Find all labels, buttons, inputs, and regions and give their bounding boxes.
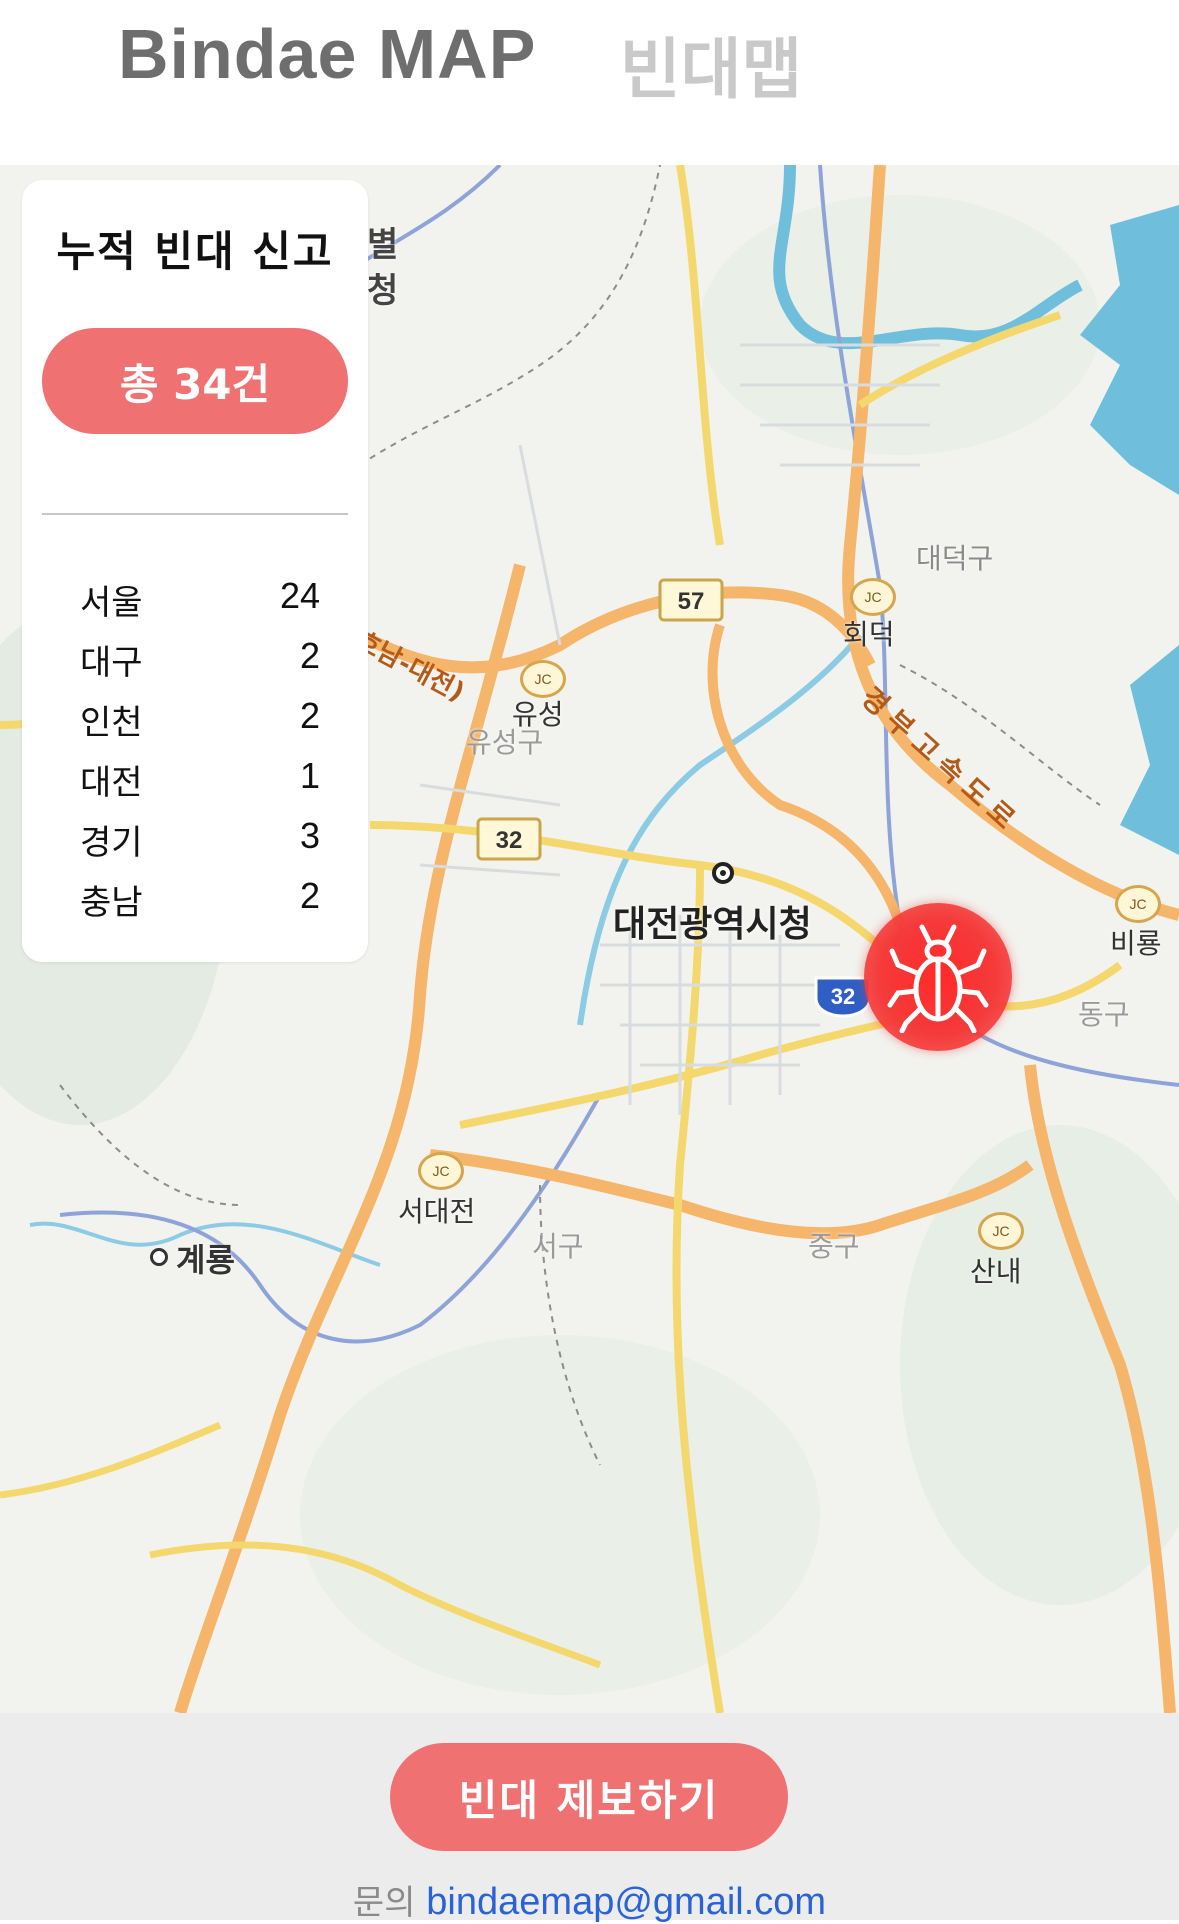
list-item: 충남 2 [80, 875, 320, 935]
map-label-sannae: 산내 [970, 1255, 1022, 1288]
list-item: 경기 3 [80, 815, 320, 875]
region-count: 24 [279, 575, 320, 616]
map-label-dong-gu: 동구 [1078, 998, 1130, 1031]
list-item: 대구 2 [80, 635, 320, 695]
map-label-gyeryong: 계룡 [176, 1241, 235, 1279]
svg-text:32: 32 [831, 984, 855, 1009]
map-label-biryong: 비룡 [1110, 927, 1162, 960]
jc-badge-seodaejeon: JC [418, 1152, 464, 1190]
footer: 빈대 제보하기 문의 bindaemap@gmail.com [0, 1713, 1179, 1923]
map-label-seo-gu: 서구 [532, 1230, 584, 1263]
svg-text:32: 32 [496, 827, 523, 854]
region-count: 2 [299, 875, 320, 916]
map-label-jung-gu: 중구 [808, 1230, 860, 1263]
contact-email-link[interactable]: bindaemap@gmail.com [426, 1881, 826, 1923]
list-item: 서울 24 [80, 575, 320, 635]
region-count: 2 [299, 695, 320, 736]
jc-badge-biryong: JC [1115, 885, 1161, 923]
divider [42, 513, 348, 515]
contact-label: 문의 [352, 1883, 416, 1923]
region-name: 대구 [80, 643, 143, 683]
svg-text:57: 57 [678, 588, 705, 615]
region-name: 대전 [80, 763, 143, 803]
list-item: 대전 1 [80, 755, 320, 815]
total-count-button[interactable]: 총 34건 [42, 328, 348, 434]
bedbug-icon [887, 924, 989, 1033]
list-item: 인천 2 [80, 695, 320, 755]
region-count: 2 [299, 635, 320, 676]
app-header: Bindae MAP 빈대맵 [0, 0, 1179, 165]
jc-badge-hoedeok: JC [850, 578, 896, 616]
map-label-cheong: 청 [367, 271, 399, 311]
panel-title: 누적 빈대 신고 [56, 227, 334, 276]
route-57-shield: 57 [658, 578, 724, 622]
map-label-daedeok: 대덕구 [916, 542, 994, 575]
report-summary-panel: 누적 빈대 신고 총 34건 서울 24 대구 2 인천 2 대전 1 경기 3 충남 2 [22, 180, 368, 962]
map-label-city-hall: 대전광역시청 [613, 904, 812, 945]
map-label-byeol: 별 [367, 225, 399, 265]
bedbug-report-marker[interactable] [864, 903, 1012, 1051]
report-bedbug-button[interactable]: 빈대 제보하기 [390, 1743, 788, 1851]
region-list: 서울 24 대구 2 인천 2 대전 1 경기 3 충남 2 [80, 575, 320, 935]
app-title: Bindae MAP [118, 15, 537, 93]
region-count: 1 [299, 755, 320, 796]
gyeryong-marker-icon [150, 1248, 168, 1266]
jc-badge-sannae: JC [978, 1212, 1024, 1250]
region-name: 서울 [80, 583, 143, 623]
region-name: 충남 [80, 883, 143, 923]
region-count: 3 [299, 815, 320, 856]
contact-info: 문의 bindaemap@gmail.com [0, 1875, 1179, 1924]
region-name: 경기 [80, 823, 143, 863]
region-name: 인천 [80, 703, 143, 743]
map-label-seodaejeon: 서대전 [398, 1195, 476, 1228]
app-title-korean: 빈대맵 [620, 31, 803, 108]
map-label-hoedeok: 회덕 [843, 618, 895, 651]
map-label-yuseong-gu: 유성구 [466, 726, 544, 759]
route-32-shield: 32 [476, 817, 542, 861]
city-hall-marker-icon [712, 862, 734, 884]
